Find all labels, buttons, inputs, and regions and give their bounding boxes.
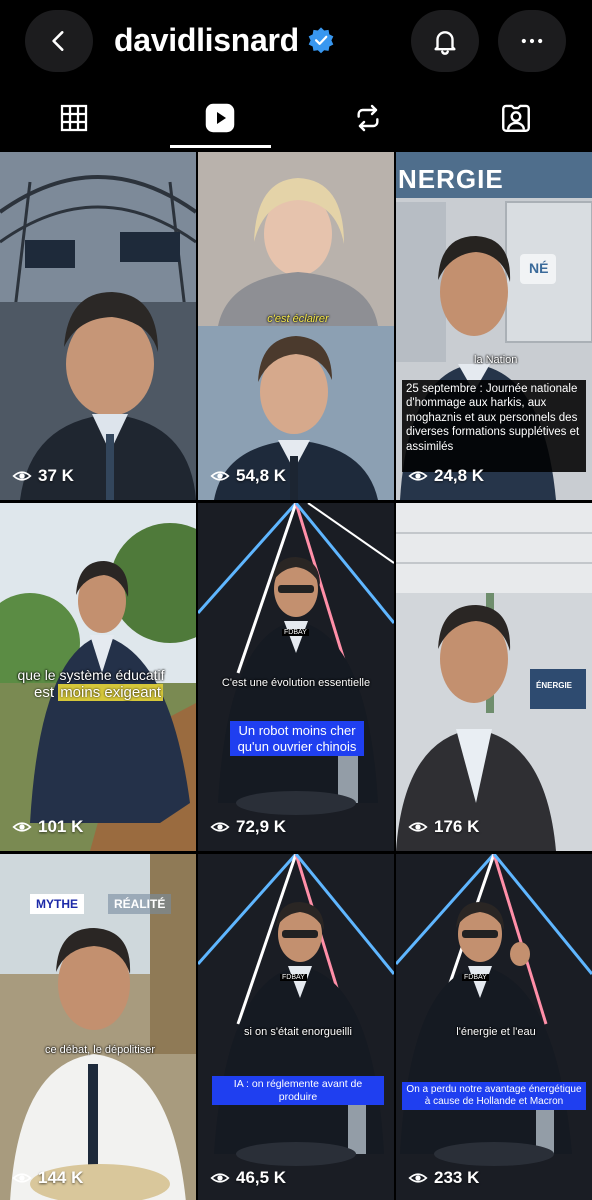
eye-icon bbox=[210, 1173, 230, 1183]
view-count-value: 101 K bbox=[38, 817, 84, 836]
reel-thumbnail[interactable]: ÉNERGIE 176 K bbox=[396, 503, 592, 851]
view-count: 72,9 K bbox=[210, 817, 286, 837]
eye-icon bbox=[12, 1173, 32, 1183]
reel-thumbnail[interactable]: FDBAY l'énergie et l'eau On a perdu notr… bbox=[396, 854, 592, 1200]
tab-reposts[interactable] bbox=[294, 88, 442, 148]
view-count: 176 K bbox=[408, 817, 479, 837]
eye-icon bbox=[408, 1173, 428, 1183]
reel-caption: ce débat, le dépolitiser bbox=[44, 1044, 156, 1056]
reel-thumbnail[interactable]: FDBAY si on s'était enorgueilli IA : on … bbox=[198, 854, 394, 1200]
reels-grid: 37 K c'est éclairer 54,8 K NERGIE NÉ la … bbox=[0, 152, 592, 1200]
eye-icon bbox=[210, 471, 230, 481]
reel-thumbnail[interactable]: FDBAY C'est une évolution essentielle Un… bbox=[198, 503, 394, 851]
reel-thumbnail[interactable]: c'est éclairer 54,8 K bbox=[198, 152, 394, 500]
more-options-button[interactable] bbox=[498, 10, 566, 72]
eye-icon bbox=[210, 822, 230, 832]
view-count-value: 176 K bbox=[434, 817, 480, 836]
eye-icon bbox=[408, 822, 428, 832]
view-count-value: 46,5 K bbox=[236, 1168, 287, 1187]
reel-caption: c'est éclairer bbox=[267, 313, 329, 325]
mic-label: FDBAY bbox=[462, 974, 489, 981]
view-count: 54,8 K bbox=[210, 466, 286, 486]
ellipsis-icon bbox=[521, 38, 543, 44]
reel-caption-box: IA : on réglemente avant de produire bbox=[212, 1076, 384, 1106]
view-count: 144 K bbox=[12, 1168, 83, 1188]
brand-label: la Nation bbox=[474, 354, 518, 366]
view-count-value: 233 K bbox=[434, 1168, 480, 1187]
reel-image bbox=[198, 152, 394, 500]
profile-title: davidlisnard bbox=[114, 18, 335, 62]
view-count-value: 24,8 K bbox=[434, 466, 485, 485]
view-count: 101 K bbox=[12, 817, 83, 837]
eye-icon bbox=[12, 822, 32, 832]
profile-tabs bbox=[0, 88, 592, 148]
badge-text: NÉ bbox=[529, 260, 549, 276]
chevron-left-icon bbox=[52, 31, 64, 51]
reel-image bbox=[396, 503, 592, 851]
back-button[interactable] bbox=[25, 10, 93, 72]
grid-icon bbox=[60, 104, 88, 132]
reel-caption-box: Un robot moins cher qu'un ouvrier chinoi… bbox=[230, 721, 364, 757]
mic-label: FDBAY bbox=[282, 629, 309, 636]
reel-caption-box: On a perdu notre avantage énergétique à … bbox=[402, 1082, 586, 1110]
reel-thumbnail[interactable]: MYTHE RÉALITÉ ce débat, le dépolitiser 1… bbox=[0, 854, 196, 1200]
reel-caption-line-2: est moins exigeant bbox=[34, 684, 164, 701]
caption-highlight: moins exigeant bbox=[58, 684, 164, 701]
view-count-value: 72,9 K bbox=[236, 817, 287, 836]
reel-image bbox=[0, 152, 196, 500]
reel-thumbnail[interactable]: 37 K bbox=[0, 152, 196, 500]
sign-text: NERGIE bbox=[398, 164, 504, 194]
view-count: 37 K bbox=[12, 466, 74, 486]
repost-icon bbox=[357, 104, 379, 132]
bell-icon bbox=[434, 31, 456, 55]
reel-thumbnail[interactable]: NERGIE NÉ la Nation 25 septembre : Journ… bbox=[396, 152, 592, 500]
profile-header: davidlisnard bbox=[0, 0, 592, 82]
eye-icon bbox=[12, 471, 32, 481]
reels-icon bbox=[205, 103, 235, 133]
view-count: 233 K bbox=[408, 1168, 479, 1188]
reel-caption-line-1: que le système éducatif bbox=[17, 667, 165, 683]
reel-caption: l'énergie et l'eau bbox=[456, 1026, 536, 1038]
verified-badge-icon bbox=[308, 27, 334, 54]
mic-label: FDBAY bbox=[280, 974, 307, 981]
tab-reels[interactable] bbox=[146, 88, 294, 148]
sign-text: ÉNERGIE bbox=[536, 681, 573, 690]
view-count: 24,8 K bbox=[408, 466, 484, 486]
reel-caption: si on s'était enorgueilli bbox=[244, 1026, 352, 1038]
view-count-value: 144 K bbox=[38, 1168, 84, 1187]
tag-right: RÉALITÉ bbox=[108, 894, 172, 914]
reel-thumbnail[interactable]: que le système éducatif est moins exigea… bbox=[0, 503, 196, 851]
view-count: 46,5 K bbox=[210, 1168, 286, 1188]
tagged-icon bbox=[502, 104, 530, 132]
view-count-value: 37 K bbox=[38, 466, 74, 485]
tag-left: MYTHE bbox=[30, 894, 84, 914]
reel-caption: C'est une évolution essentielle bbox=[221, 677, 371, 689]
tab-tagged[interactable] bbox=[442, 88, 590, 148]
caption-text: est bbox=[34, 684, 59, 701]
view-count-value: 54,8 K bbox=[236, 466, 287, 485]
eye-icon bbox=[408, 471, 428, 481]
tab-posts-grid[interactable] bbox=[0, 88, 148, 148]
reel-caption: 25 septembre : Journée nationale d'homma… bbox=[402, 380, 586, 472]
username: davidlisnard bbox=[114, 21, 299, 58]
active-tab-indicator bbox=[170, 145, 271, 148]
notifications-button[interactable] bbox=[411, 10, 479, 72]
